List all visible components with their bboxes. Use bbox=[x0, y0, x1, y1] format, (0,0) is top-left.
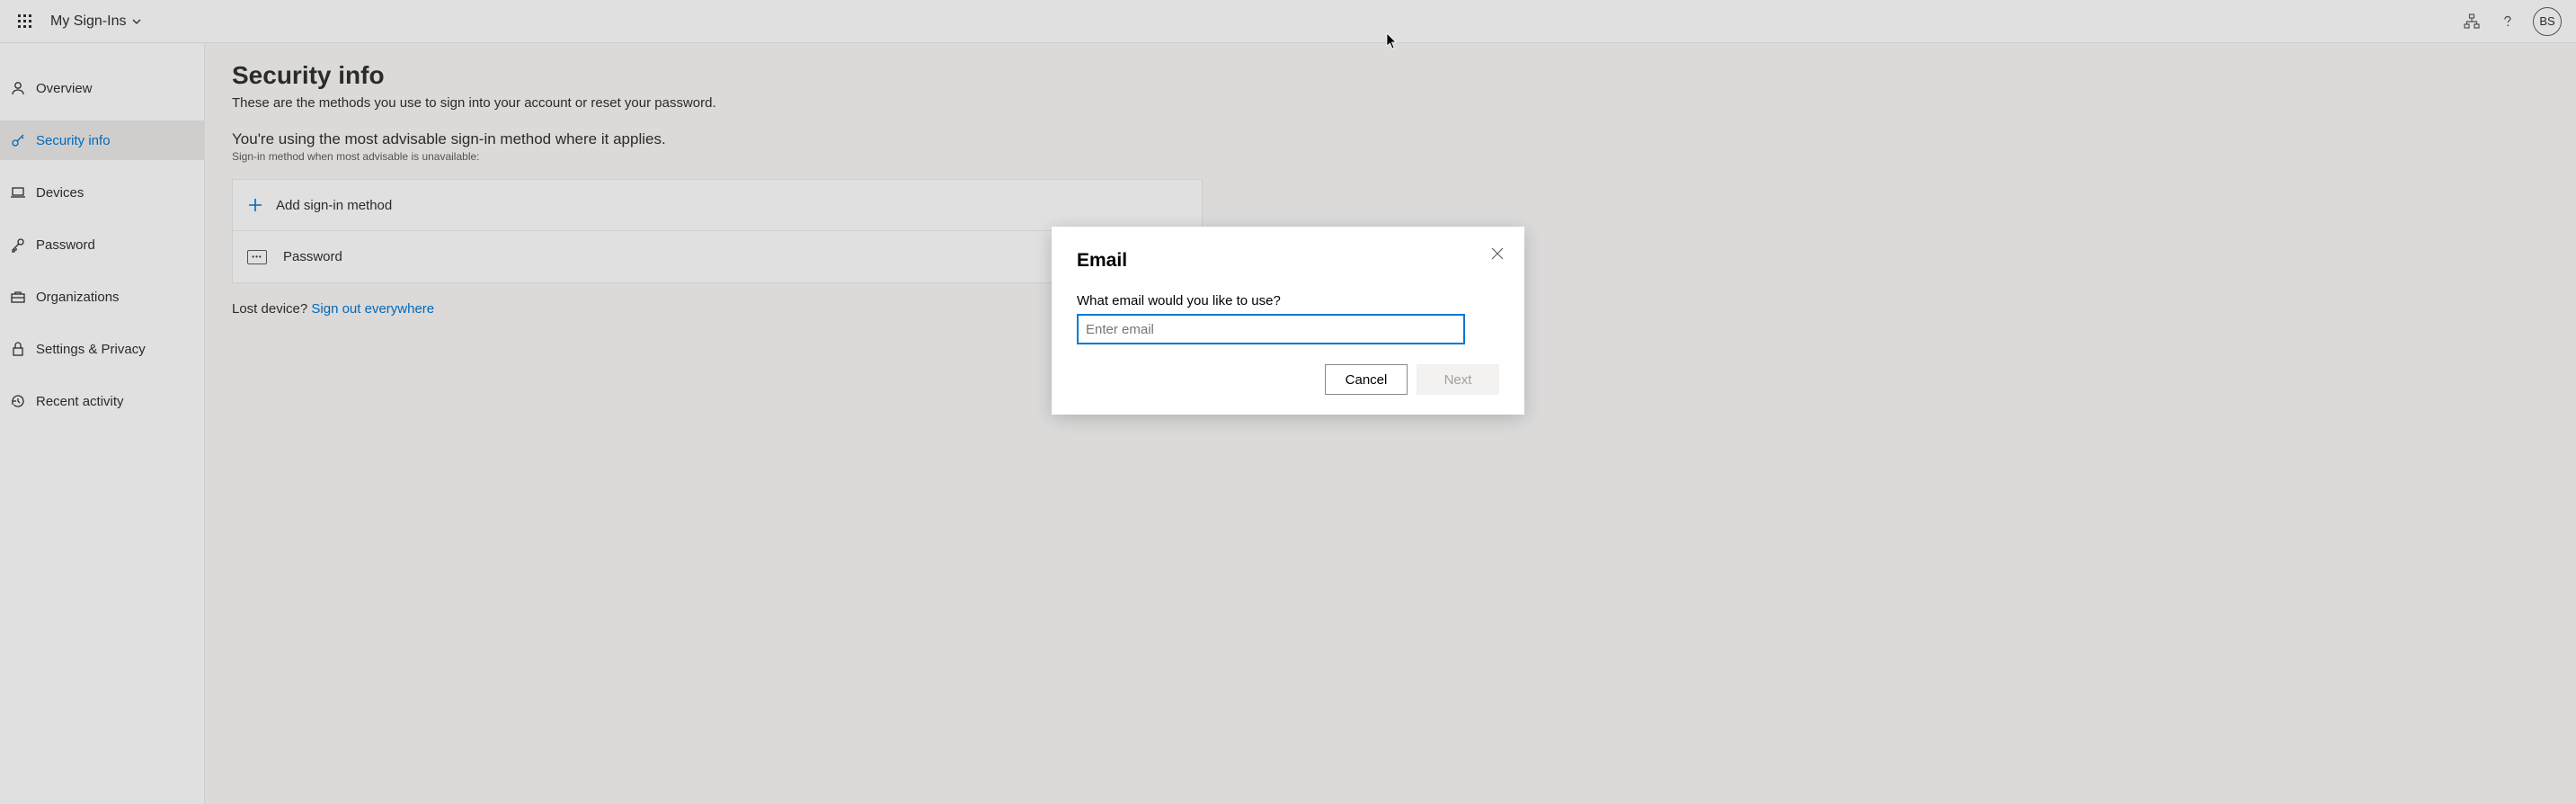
email-input[interactable] bbox=[1077, 314, 1465, 344]
email-dialog: Email What email would you like to use? … bbox=[1052, 227, 1524, 415]
cancel-button[interactable]: Cancel bbox=[1325, 364, 1408, 395]
dialog-prompt: What email would you like to use? bbox=[1077, 293, 1499, 308]
next-button: Next bbox=[1417, 364, 1499, 395]
dialog-title: Email bbox=[1077, 250, 1499, 272]
close-icon[interactable] bbox=[1483, 239, 1512, 268]
modal-overlay: Email What email would you like to use? … bbox=[0, 0, 2576, 804]
